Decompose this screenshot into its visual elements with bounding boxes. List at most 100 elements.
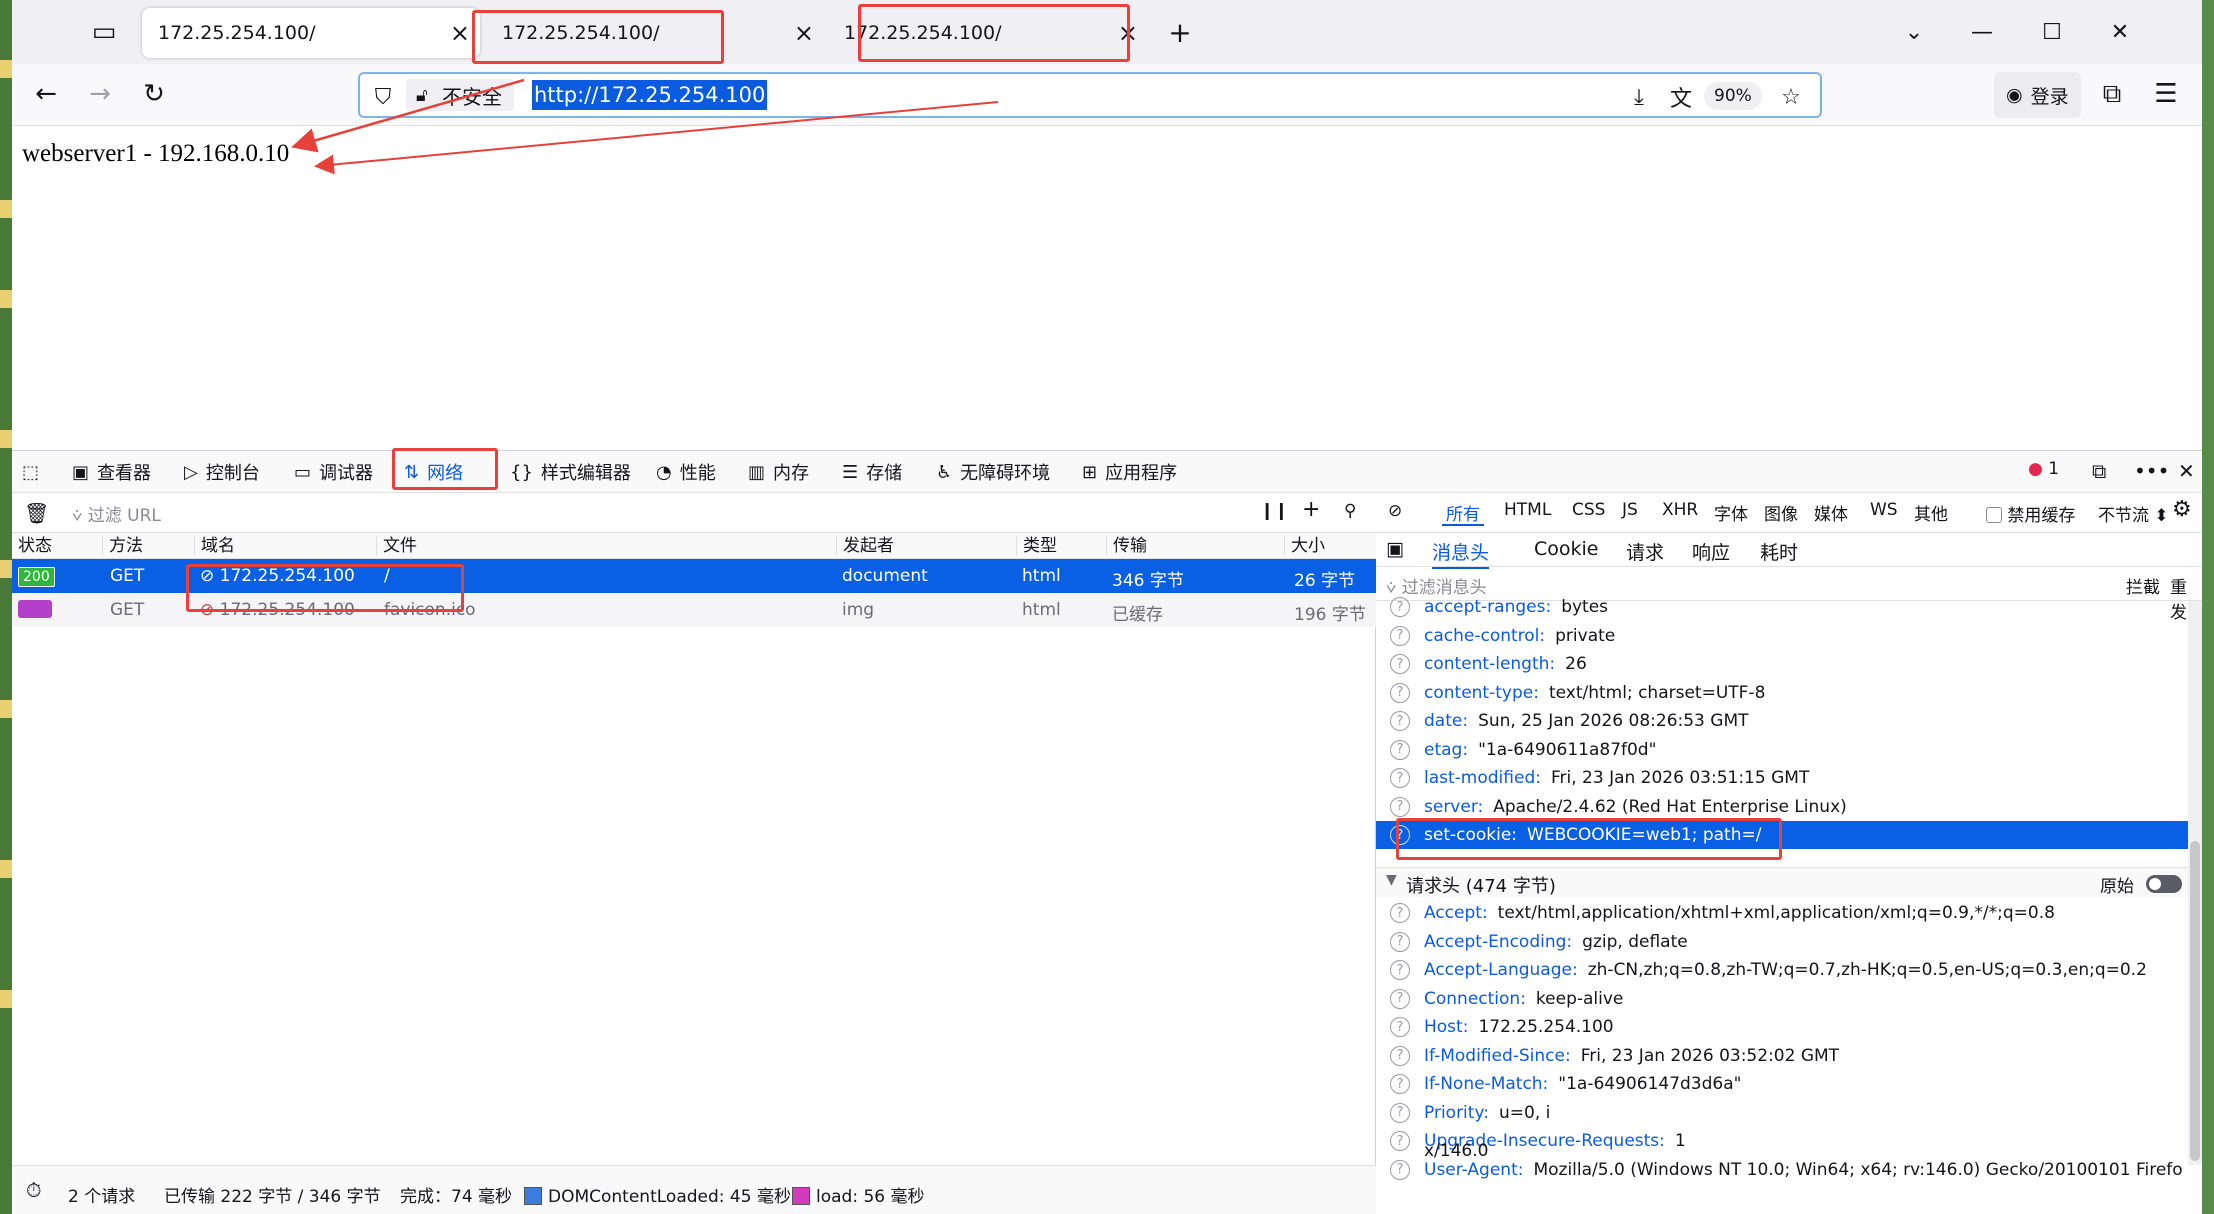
url-bar[interactable]: ⛉ 🔓︎ 不安全 http://172.25.254.100 ⤓ 文 90% ☆ <box>358 72 1822 118</box>
header-row[interactable]: ? Accept-Encoding: gzip, deflate <box>1376 928 2190 956</box>
column-header[interactable]: 类型 <box>1016 536 1057 556</box>
tab-headers[interactable]: 消息头 <box>1432 538 1490 569</box>
tab-network[interactable]: ⇅ 网络 <box>404 457 463 487</box>
request-headers-section[interactable]: ▼ 请求头 (474 字节) 原始 <box>1376 867 2190 897</box>
block-icon[interactable]: ⊘ <box>1388 501 1402 521</box>
header-row[interactable]: ? If-Modified-Since: Fri, 23 Jan 2026 03:5… <box>1376 1042 2190 1070</box>
help-icon[interactable]: ? <box>1390 625 1410 646</box>
search-icon[interactable]: ⚲ <box>1344 501 1356 521</box>
type-filter-button[interactable]: 字体 <box>1710 500 1752 526</box>
details-scrollbar[interactable] <box>2188 601 2202 1165</box>
type-filter-button[interactable]: XHR <box>1658 500 1702 526</box>
column-header[interactable]: 大小 <box>1284 536 1325 556</box>
header-row[interactable]: ? Accept-Language: zh-CN,zh;q=0.8,zh-TW;q=… <box>1376 956 2190 984</box>
disable-cache-checkbox[interactable]: 禁用缓存 <box>1986 501 2075 526</box>
header-row[interactable]: ? set-cookie: WEBCOOKIE=web1; path=/ <box>1376 821 2190 849</box>
close-icon[interactable]: × <box>794 19 814 47</box>
help-icon[interactable]: ? <box>1390 597 1410 617</box>
help-icon[interactable]: ? <box>1390 1131 1410 1151</box>
header-row[interactable]: ? content-type: text/html; charset=UTF-8 <box>1376 679 2190 707</box>
element-picker-icon[interactable]: ⬚ <box>22 457 39 487</box>
translate-icon[interactable]: 文 <box>1664 80 1698 114</box>
help-icon[interactable]: ? <box>1390 796 1410 817</box>
column-header[interactable]: 文件 <box>376 536 417 556</box>
header-row[interactable]: ? server: Apache/2.4.62 (Red Hat Enterpris… <box>1376 793 2190 821</box>
column-header[interactable]: 发起者 <box>836 536 894 556</box>
help-icon[interactable]: ? <box>1390 1017 1410 1037</box>
help-icon[interactable]: ? <box>1390 931 1410 952</box>
tab-overview-icon[interactable]: ▭ <box>84 12 124 52</box>
type-filter-button[interactable]: JS <box>1618 500 1642 526</box>
type-filter-button[interactable]: HTML <box>1500 500 1555 526</box>
column-header[interactable]: 状态 <box>12 536 52 556</box>
tab-style-editor[interactable]: {} 样式编辑器 <box>510 457 631 487</box>
zoom-level[interactable]: 90% <box>1704 82 1762 110</box>
tab-storage[interactable]: ☰ 存储 <box>842 457 902 487</box>
list-all-tabs-button[interactable]: ⌄ <box>1894 14 1934 50</box>
header-row[interactable]: ? User-Agent: Mozilla/5.0 (Windows NT 10.0… <box>1376 1156 2190 1184</box>
settings-gear-icon[interactable]: ⚙ <box>2172 497 2192 522</box>
pause-icon[interactable]: ❙❙ <box>1260 501 1289 521</box>
header-row[interactable]: ? Host: 172.25.254.100 <box>1376 1013 2190 1041</box>
error-counter[interactable]: ● 1 <box>2028 459 2059 479</box>
header-row[interactable]: ? last-modified: Fri, 23 Jan 2026 03:51:15… <box>1376 764 2190 792</box>
header-row[interactable]: ? content-length: 26 <box>1376 650 2190 678</box>
help-icon[interactable]: ? <box>1390 903 1410 923</box>
extensions-icon[interactable]: ⧉ <box>2092 74 2132 114</box>
add-request-icon[interactable]: + <box>1302 497 1320 522</box>
tab-inspector[interactable]: ▣ 查看器 <box>72 457 151 487</box>
tab-application[interactable]: ⊞ 应用程序 <box>1082 457 1177 487</box>
tab-performance[interactable]: ◔ 性能 <box>656 457 716 487</box>
tab-cookie[interactable]: Cookie <box>1534 538 1599 560</box>
help-icon[interactable]: ? <box>1390 739 1410 760</box>
help-icon[interactable]: ? <box>1390 960 1410 980</box>
forward-button[interactable]: → <box>80 74 120 114</box>
tab-response[interactable]: 响应 <box>1692 538 1730 565</box>
tab-debugger[interactable]: ▭ 调试器 <box>294 457 373 487</box>
tab-console[interactable]: ▷ 控制台 <box>184 457 260 487</box>
help-icon[interactable]: ? <box>1390 1074 1410 1094</box>
header-row[interactable]: ? Upgrade-Insecure-Requests: 1 <box>1376 1127 2190 1155</box>
help-icon[interactable]: ? <box>1390 988 1410 1009</box>
menu-icon[interactable]: ☰ <box>2146 74 2186 114</box>
tab-memory[interactable]: ▥ 内存 <box>748 457 809 487</box>
trash-icon[interactable]: 🗑︎ <box>24 501 49 525</box>
filter-url-input[interactable]: ⩒ 过滤 URL <box>72 501 161 526</box>
close-window-button[interactable]: ✕ <box>2100 14 2140 50</box>
toggle-sidebar-icon[interactable]: ▣ <box>1386 538 1404 560</box>
header-row[interactable]: ? Priority: u=0, i <box>1376 1099 2190 1127</box>
maximize-button[interactable]: ☐ <box>2032 14 2072 50</box>
help-icon[interactable]: ? <box>1390 825 1410 845</box>
url-text[interactable]: http://172.25.254.100 <box>532 80 768 110</box>
type-filter-button[interactable]: WS <box>1866 500 1902 526</box>
tab-2[interactable]: 172.25.254.100/ × <box>486 8 824 58</box>
help-icon[interactable]: ? <box>1390 1045 1410 1066</box>
column-header[interactable]: 域名 <box>194 536 235 556</box>
help-icon[interactable]: ? <box>1390 1159 1410 1180</box>
close-devtools-icon[interactable]: ✕ <box>2178 459 2195 483</box>
throttle-select[interactable]: 不节流 ⬍ <box>2098 501 2169 526</box>
type-filter-button[interactable]: 媒体 <box>1810 500 1852 526</box>
shield-icon[interactable]: ⛉ <box>366 80 400 114</box>
header-row[interactable]: ? Connection: keep-alive <box>1376 985 2190 1013</box>
back-button[interactable]: ← <box>26 74 66 114</box>
help-icon[interactable]: ? <box>1390 682 1410 703</box>
header-row[interactable]: ? etag: "1a-6490611a87f0d" <box>1376 736 2190 764</box>
column-header[interactable]: 传输 <box>1106 536 1147 556</box>
dock-icon[interactable]: ⧉ <box>2092 459 2106 483</box>
header-row[interactable]: ? cache-control: private <box>1376 622 2190 650</box>
type-filter-button[interactable]: 其他 <box>1910 500 1952 526</box>
help-icon[interactable]: ? <box>1390 654 1410 674</box>
tab-accessibility[interactable]: ♿︎ 无障碍环境 <box>936 457 1050 487</box>
close-icon[interactable]: × <box>450 19 470 47</box>
type-filter-button[interactable]: CSS <box>1568 500 1609 526</box>
column-header[interactable]: 方法 <box>102 536 143 556</box>
reload-button[interactable]: ↻ <box>134 74 174 114</box>
header-row[interactable]: ? Accept: text/html,application/xhtml+xml,… <box>1376 899 2190 927</box>
bookmark-star-icon[interactable]: ☆ <box>1774 80 1808 114</box>
help-icon[interactable]: ? <box>1390 768 1410 788</box>
table-row[interactable]: GET ⊘ 172.25.254.100 favicon.ico img htm… <box>12 593 1376 627</box>
type-filter-button[interactable]: 所有 <box>1442 500 1484 526</box>
help-icon[interactable]: ? <box>1390 711 1410 731</box>
table-row[interactable]: 200 GET ⊘ 172.25.254.100 / document html… <box>12 559 1376 593</box>
